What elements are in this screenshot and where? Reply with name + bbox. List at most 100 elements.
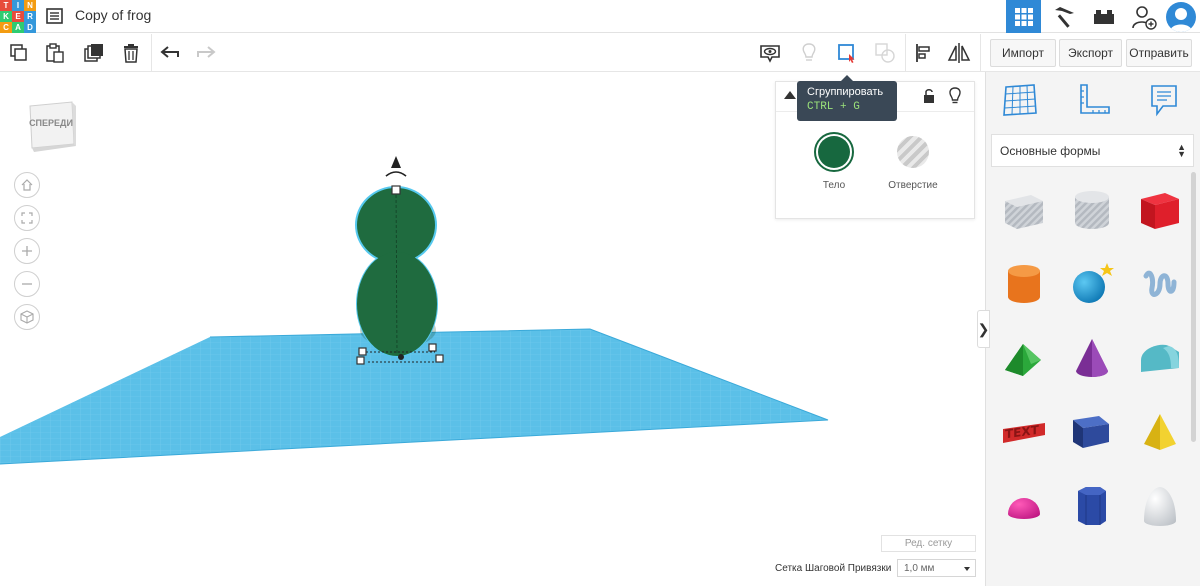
- copy-button[interactable]: [4, 38, 34, 68]
- redo-icon: [197, 46, 216, 58]
- edit-grid-button[interactable]: Ред. сетку: [881, 535, 976, 552]
- toolbar-divider: [151, 34, 152, 72]
- scribble-icon: [1143, 270, 1177, 297]
- paste-button[interactable]: [40, 38, 70, 68]
- solid-label: Тело: [822, 180, 846, 191]
- tooltip-shortcut: CTRL + G: [807, 101, 860, 113]
- toolbar-divider: [980, 34, 981, 72]
- shape-pyramid[interactable]: [1130, 402, 1190, 462]
- snap-grid-value: 1,0 мм: [904, 562, 935, 574]
- shape-roof[interactable]: [994, 328, 1054, 388]
- pyramid-icon: [1144, 414, 1176, 450]
- box-hole-icon: [1005, 195, 1043, 229]
- design-title[interactable]: Copy of frog: [75, 7, 151, 23]
- shape-text[interactable]: TEXT: [994, 402, 1054, 462]
- shapes-panel: Основные формы ▲ ▼ TEXT: [985, 72, 1200, 586]
- round-roof-icon: [1141, 344, 1179, 372]
- hole-option[interactable]: Отверстие: [873, 132, 953, 191]
- shape-paraboloid[interactable]: [1130, 476, 1190, 536]
- grid-view-icon: [1014, 7, 1033, 26]
- lego-button[interactable]: [1086, 0, 1121, 33]
- text-shape-icon: TEXT: [1003, 423, 1045, 443]
- export-button[interactable]: Экспорт: [1059, 39, 1122, 67]
- ungroup-button[interactable]: [870, 38, 900, 68]
- shape-cylinder[interactable]: [994, 254, 1054, 314]
- shape-wedge[interactable]: [1062, 402, 1122, 462]
- hole-label: Отверстие: [888, 180, 938, 191]
- chevron-right-icon: ❯: [977, 320, 990, 337]
- hide-button[interactable]: [794, 38, 824, 68]
- grid-view-button[interactable]: [1006, 0, 1041, 33]
- send-to-button[interactable]: Отправить: [1126, 39, 1192, 67]
- rotate-handle: [385, 156, 407, 177]
- hole-swatch: [897, 136, 929, 168]
- tooltip-title: Сгруппировать: [807, 86, 884, 98]
- group-icon: [838, 44, 855, 63]
- paste-icon: [46, 43, 64, 63]
- lightbulb-icon[interactable]: [948, 87, 962, 105]
- show-all-button[interactable]: [755, 38, 785, 68]
- shape-sphere[interactable]: [1062, 254, 1122, 314]
- shape-round-roof[interactable]: [1130, 328, 1190, 388]
- import-button[interactable]: Импорт: [990, 39, 1056, 67]
- cylinder-icon: [1008, 265, 1040, 303]
- undo-icon: [160, 46, 179, 58]
- ruler-icon: [1080, 84, 1110, 114]
- pickaxe-icon: [1054, 6, 1074, 28]
- undo-button[interactable]: [155, 38, 185, 68]
- lock-icon[interactable]: [922, 88, 936, 104]
- lightbulb-icon: [802, 43, 816, 61]
- mirror-button[interactable]: [944, 38, 974, 68]
- logo-letter: D: [24, 22, 36, 33]
- wedge-icon: [1073, 416, 1109, 448]
- logo-letter: R: [24, 11, 36, 22]
- logo-letter: E: [12, 11, 24, 22]
- delete-button[interactable]: [116, 38, 146, 68]
- design-list-icon[interactable]: [46, 8, 63, 24]
- shapes-scrollbar[interactable]: [1191, 172, 1196, 442]
- redo-button[interactable]: [191, 38, 221, 68]
- align-icon: [916, 44, 930, 62]
- shape-box[interactable]: [1130, 180, 1190, 240]
- dropdown-caret-icon: [964, 567, 970, 571]
- notes-icon: [1151, 85, 1177, 117]
- shape-cone[interactable]: [1062, 328, 1122, 388]
- align-button[interactable]: [909, 38, 939, 68]
- shape-scribble[interactable]: [1130, 254, 1190, 314]
- workplane-grid-icon: [1003, 84, 1037, 116]
- top-header: TIN KER CAD Copy of frog: [0, 0, 1200, 33]
- group-tooltip: Сгруппировать CTRL + G: [797, 75, 897, 121]
- notes-tab[interactable]: [1144, 80, 1184, 120]
- copy-icon: [10, 44, 27, 61]
- collapse-panel-button[interactable]: ❯: [977, 310, 990, 348]
- avatar: [1166, 1, 1196, 32]
- brick-icon: [1093, 9, 1114, 24]
- cylinder-hole-icon: [1075, 191, 1109, 229]
- snap-grid-select[interactable]: 1,0 мм: [897, 559, 976, 577]
- logo-letter: C: [0, 22, 12, 33]
- solid-option[interactable]: Тело: [794, 132, 874, 191]
- minecraft-button[interactable]: [1046, 0, 1081, 33]
- shape-box-hole[interactable]: [994, 180, 1054, 240]
- shape-polygon[interactable]: [1062, 476, 1122, 536]
- logo-letter: I: [12, 0, 24, 11]
- mirror-icon: [947, 43, 971, 63]
- polygon-icon: [1078, 487, 1106, 525]
- user-avatar-button[interactable]: [1164, 0, 1198, 33]
- workplane-tab[interactable]: [1000, 80, 1040, 120]
- tinkercad-logo[interactable]: TIN KER CAD: [0, 0, 36, 33]
- add-user-button[interactable]: [1126, 0, 1161, 33]
- ruler-tab[interactable]: [1073, 80, 1113, 120]
- logo-letter: K: [0, 11, 12, 22]
- group-button[interactable]: [832, 38, 862, 68]
- ungroup-icon: [875, 43, 895, 63]
- logo-letter: N: [24, 0, 36, 11]
- logo-letter: T: [0, 0, 12, 11]
- shape-cylinder-hole[interactable]: [1062, 180, 1122, 240]
- shape-half-sphere[interactable]: [994, 476, 1054, 536]
- delete-icon: [124, 44, 138, 63]
- shape-category-select[interactable]: Основные формы ▲ ▼: [991, 134, 1194, 167]
- duplicate-button[interactable]: [79, 38, 109, 68]
- collapse-triangle-icon[interactable]: [784, 91, 796, 99]
- solid-color-swatch: [818, 136, 850, 168]
